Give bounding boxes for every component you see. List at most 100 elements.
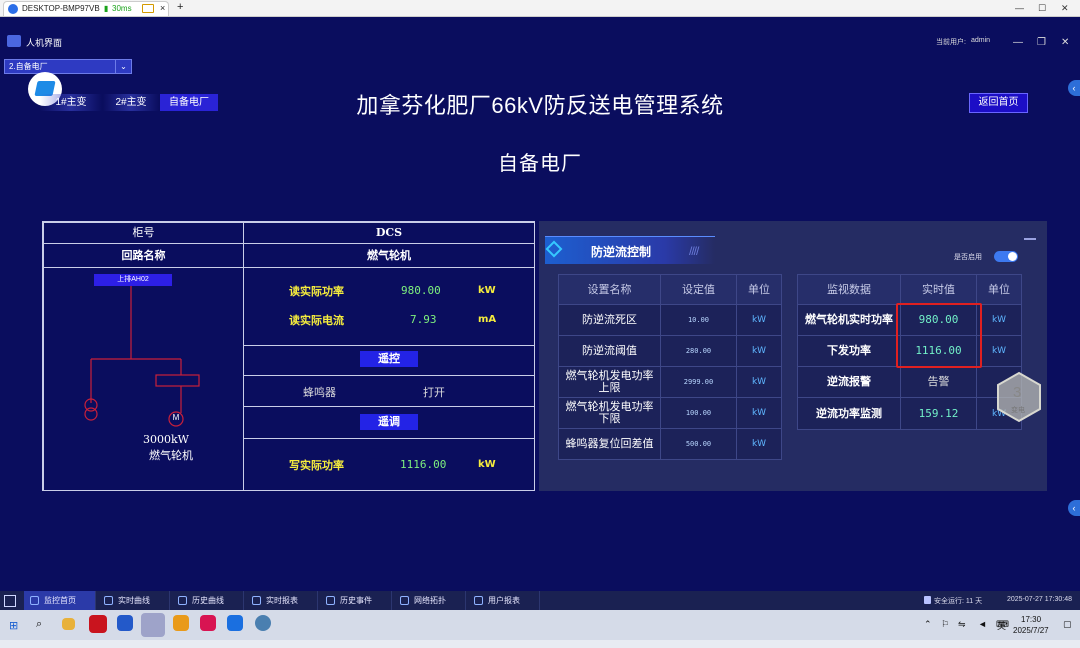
monitor-value: 159.12 [918,406,959,420]
tab-label: 历史事件 [340,596,372,605]
tab-history-events[interactable]: 历史事件 [320,591,392,610]
settings-header-name: 设置名称 [558,274,661,305]
grid-menu-icon[interactable] [4,595,16,607]
app-red-icon[interactable] [89,615,107,633]
hmi-app-icon[interactable] [141,613,165,637]
settings-row-unit: kW [736,366,782,398]
setting-name: 燃气轮机发电功率上限 [565,369,654,394]
minimize-remote-icon[interactable]: — [1015,3,1024,13]
setting-name: 防逆流死区 [582,313,637,326]
settings-header-unit-label: 单位 [748,282,770,296]
file-explorer-icon[interactable] [62,618,75,630]
settings-row-value[interactable]: 10.00 [660,304,737,336]
write-power-unit: kW [478,459,496,470]
taskbar-time[interactable]: 17:30 [1021,615,1041,624]
monitor-unit: kW [991,346,1007,356]
minimize-app-icon[interactable]: — [1013,37,1023,48]
monitor-row-name: 燃气轮机实时功率 [797,304,901,336]
latency-label: 30ms [112,4,132,13]
network-status-icon[interactable]: ⚐ [941,619,949,630]
generator-name: 燃气轮机 [149,449,193,462]
settings-row-unit: kW [736,397,782,429]
setting-unit: kW [751,315,767,325]
dcs-readings-cell [243,267,535,346]
tab-label: 用户报表 [488,596,520,605]
tab-network-topology[interactable]: 网络拓扑 [394,591,466,610]
settings-row-value[interactable]: 2999.00 [660,366,737,398]
header-dcs: DCS [243,222,535,244]
enable-label: 是否启用 [954,254,982,261]
header-gas-turbine-label: 燃气轮机 [367,249,411,262]
tab-monitor-home[interactable]: 监控首页 [24,591,96,610]
settings-row-name: 防逆流死区 [558,304,661,336]
tab-label: 网络拓扑 [414,596,446,605]
settings-header-value: 设定值 [660,274,737,305]
session-info-icon[interactable] [142,4,154,13]
app-globe-icon[interactable] [255,615,271,631]
tab-realtime-report[interactable]: 实时报表 [246,591,318,610]
header-cabinet: 柜号 [43,222,244,244]
monitor-name: 逆流报警 [827,375,871,388]
setting-value: 500.00 [685,440,712,448]
remote-app-icon[interactable] [227,615,243,631]
tab-user-report[interactable]: 用户报表 [468,591,540,610]
tray-chevron-up-icon[interactable]: ⌃ [924,619,932,630]
department-select[interactable]: 2.自备电厂 ⌄ [4,59,132,74]
realtime-value-highlight [896,303,982,368]
settings-row-value[interactable]: 500.00 [660,428,737,460]
maximize-remote-icon[interactable]: ☐ [1038,3,1046,14]
user-avatar-icon [8,4,18,14]
restore-app-icon[interactable]: ❐ [1037,37,1046,48]
monitor-header-unit: 单位 [976,274,1022,305]
notification-icon[interactable]: ▢ [1063,619,1072,630]
app-orange-icon[interactable] [173,615,189,631]
write-power-value[interactable]: 1116.00 [400,458,446,471]
search-icon[interactable]: ⌕ [36,618,42,631]
remote-session-tab[interactable]: DESKTOP-BMP97VB ▮ 30ms × [3,1,169,16]
app-pink-icon[interactable] [200,615,216,631]
taskbar-date[interactable]: 2025/7/27 [1013,626,1049,635]
monitor-name: 燃气轮机实时功率 [805,313,893,326]
windows-start-icon[interactable]: ⊞ [9,619,18,632]
close-app-icon[interactable]: ✕ [1061,37,1069,48]
settings-row-value[interactable]: 280.00 [660,335,737,367]
buzzer-state[interactable]: 打开 [423,384,445,400]
tab-label: 实时报表 [266,596,298,605]
side-panel-toggle-top[interactable]: ‹ [1068,80,1080,96]
tab-realtime-curve[interactable]: 实时曲线 [98,591,170,610]
volume-icon[interactable]: ◄ [978,619,987,629]
read-current-value: 7.93 [410,313,437,326]
close-tab-icon[interactable]: × [160,3,165,13]
page-subtitle: 自备电厂 [498,153,582,175]
ime-indicator[interactable]: 英 [997,619,1006,632]
usb-icon[interactable]: ⇋ [958,619,966,630]
bottom-edge [0,640,1080,648]
badge-label: 变电 [1011,407,1025,414]
app-blue-icon[interactable] [117,615,133,631]
read-power-unit: kW [478,285,496,296]
generator-capacity: 3000kW [143,433,189,446]
windows-taskbar: ⊞ ⌕ ⌃ ⚐ ⇋ ◄ ⌨ 英 17:30 2025/7/27 ▢ [0,610,1080,640]
chevron-left-icon: ‹ [1072,83,1076,93]
line-chart-icon [104,596,113,605]
user-report-icon [474,596,483,605]
chevron-down-icon[interactable]: ⌄ [115,60,131,73]
enable-toggle[interactable] [994,251,1018,262]
header-dcs-label: DCS [375,226,403,239]
single-line-diagram [84,286,200,427]
settings-header-name-label: 设置名称 [587,282,632,296]
settings-row-unit: kW [736,304,782,336]
close-remote-icon[interactable]: ✕ [1061,3,1069,14]
tab-history-curve[interactable]: 历史曲线 [172,591,244,610]
report-icon [252,596,261,605]
current-user-label: 当前用户: [936,39,966,46]
new-tab-button[interactable]: + [177,1,183,13]
side-panel-toggle-bottom[interactable]: ‹ [1068,500,1080,516]
tab-label: 历史曲线 [192,596,224,605]
settings-row-value[interactable]: 100.00 [660,397,737,429]
back-home-button[interactable]: 返回首页 [969,93,1028,113]
department-select-value: 2.自备电厂 [9,62,48,71]
settings-row-name: 蜂鸣器复位回差值 [558,428,661,460]
anti-reverse-panel: 防逆流控制 //// 是否启用 设置名称 设定值 单位 防逆流死区 10.00 … [539,221,1047,491]
setting-name: 燃气轮机发电功率下限 [565,400,654,425]
